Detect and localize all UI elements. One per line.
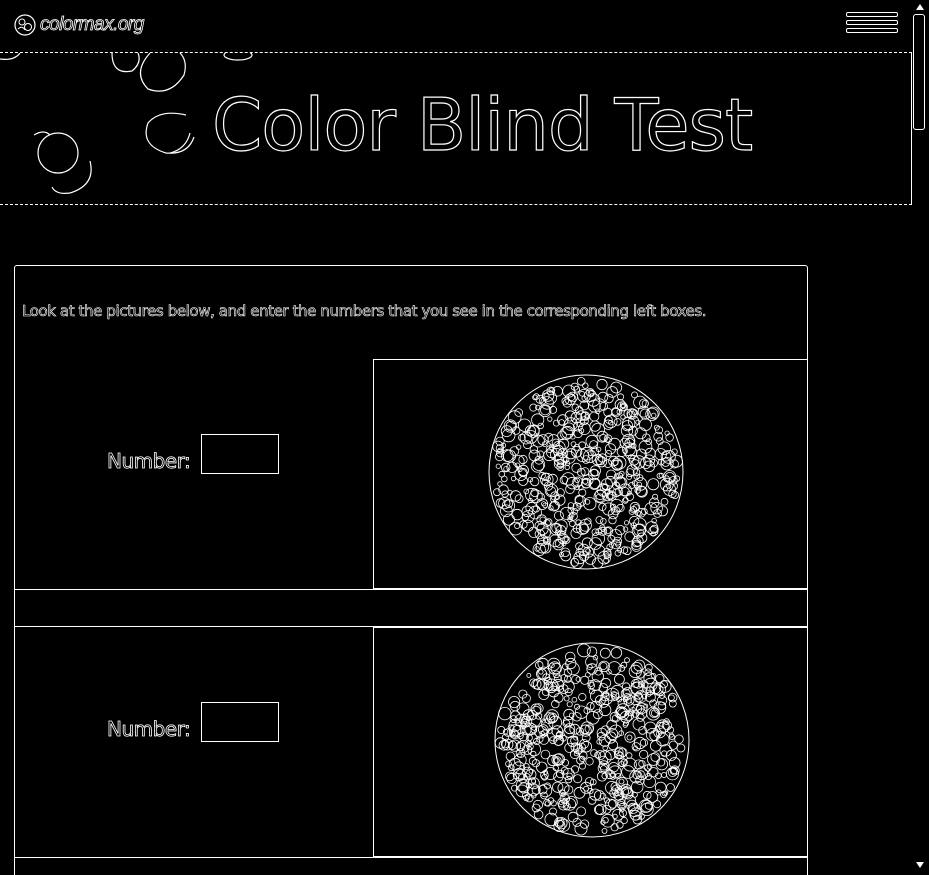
color-blind-test-form: Look at the pictures below, and enter th… bbox=[14, 265, 808, 875]
plate-cell-2 bbox=[373, 627, 808, 857]
answer-cell-2: Number: bbox=[15, 627, 373, 857]
colormax-logo-icon bbox=[14, 14, 36, 36]
scroll-down-arrow-icon[interactable] bbox=[916, 862, 924, 868]
vertical-scrollbar[interactable] bbox=[912, 0, 929, 875]
number-input-2[interactable] bbox=[201, 702, 279, 742]
plate-cell-1 bbox=[373, 359, 808, 589]
number-input-1[interactable] bbox=[201, 434, 279, 474]
test-instructions: Look at the pictures below, and enter th… bbox=[22, 302, 707, 321]
number-label-1: Number: bbox=[107, 449, 192, 474]
row-separator bbox=[15, 857, 808, 875]
logo-text: colormax.org bbox=[40, 14, 145, 36]
scroll-up-arrow-icon[interactable] bbox=[916, 4, 924, 10]
answer-cell-1: Number: bbox=[15, 359, 373, 589]
test-row-2: Number: bbox=[15, 627, 808, 857]
row-separator bbox=[15, 589, 808, 627]
ishihara-plate-icon bbox=[494, 642, 690, 838]
hamburger-menu-icon[interactable] bbox=[846, 12, 898, 40]
number-label-2: Number: bbox=[107, 717, 192, 742]
page-title: Color Blind Test bbox=[211, 83, 753, 167]
site-logo[interactable]: colormax.org bbox=[14, 14, 145, 36]
scrollbar-thumb[interactable] bbox=[913, 14, 925, 130]
test-row-1: Number: bbox=[15, 359, 808, 589]
site-header: colormax.org bbox=[0, 0, 912, 50]
hero-banner: Color Blind Test bbox=[0, 52, 912, 205]
ishihara-plate-icon bbox=[488, 374, 684, 570]
